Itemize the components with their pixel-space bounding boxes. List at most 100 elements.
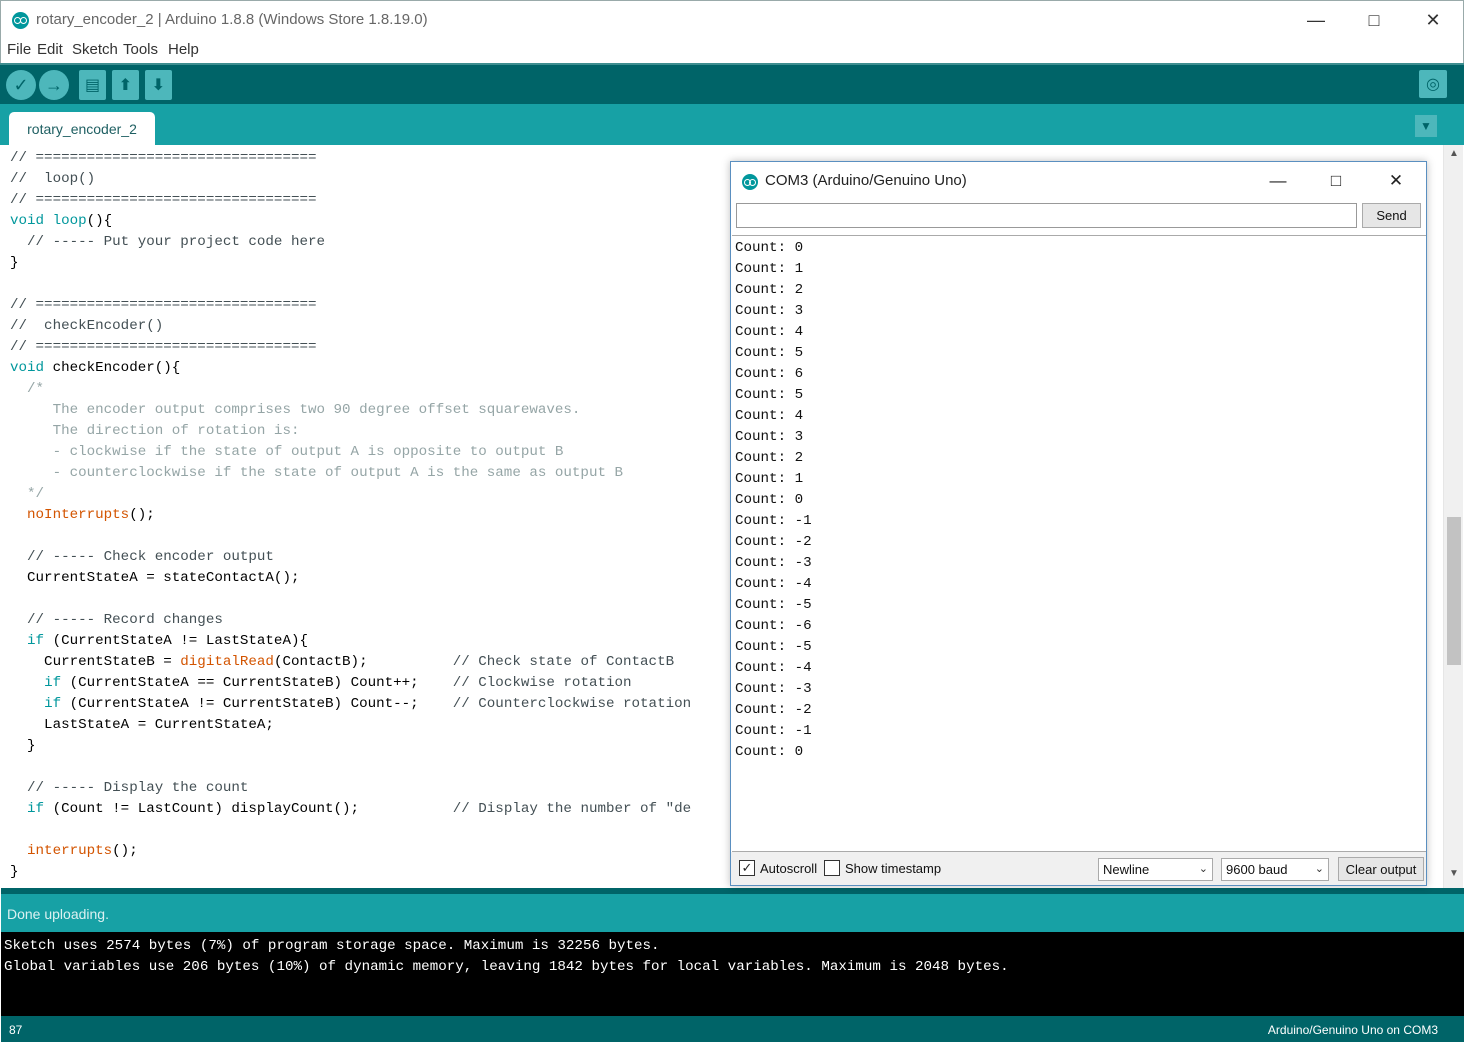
tab-rotary-encoder-2[interactable]: rotary_encoder_2 [9, 112, 155, 145]
check-icon: ✓ [13, 74, 29, 95]
serial-output-line: Count: -6 [735, 618, 812, 634]
code-line: */ [10, 484, 691, 505]
save-button[interactable]: ⬇ [145, 70, 172, 100]
code-text: // ================================= // l… [10, 148, 691, 883]
show-timestamp-checkbox[interactable] [824, 860, 840, 876]
code-line: // ----- Display the count [10, 778, 691, 799]
code-line: // ----- Put your project code here [10, 232, 691, 253]
serial-output-line: Count: -3 [735, 681, 812, 697]
autoscroll-checkbox[interactable]: ✓ [739, 860, 755, 876]
code-token: // Counterclockwise rotation [452, 696, 692, 712]
send-button[interactable]: Send [1362, 203, 1421, 228]
line-ending-select[interactable]: Newline ⌄ [1098, 858, 1213, 881]
scroll-thumb[interactable] [1447, 517, 1461, 665]
serial-output-line: Count: -1 [735, 513, 812, 529]
code-token: // loop() [10, 171, 96, 187]
code-line: LastStateA = CurrentStateA; [10, 715, 691, 736]
code-token: // ================================= [10, 150, 317, 166]
code-line: - clockwise if the state of output A is … [10, 442, 691, 463]
menu-bar: File Edit Sketch Tools Help [0, 38, 1464, 63]
tab-bar: rotary_encoder_2 ▼ [0, 104, 1464, 145]
editor-scrollbar[interactable]: ▲ ▼ [1443, 145, 1463, 888]
close-button[interactable]: ✕ [1404, 1, 1462, 39]
serial-maximize-button[interactable]: □ [1307, 162, 1365, 200]
save-icon: ⬇ [151, 77, 166, 94]
code-line: // ================================= [10, 295, 691, 316]
arduino-logo-icon [742, 174, 758, 190]
menu-edit[interactable]: Edit [37, 41, 63, 58]
serial-output-lines: Count: 0 Count: 1 Count: 2 Count: 3 Count: 4… [735, 238, 812, 763]
code-line: } [10, 862, 691, 883]
baud-rate-select[interactable]: 9600 baud ⌄ [1221, 858, 1329, 881]
code-token: if [44, 675, 62, 691]
code-token: (CurrentStateA != CurrentStateB) Count--… [61, 696, 453, 712]
serial-output-line: Count: 3 [735, 429, 804, 445]
serial-output-line: Count: -4 [735, 576, 812, 592]
serial-bottom-bar: ✓ Autoscroll Show timestamp Newline ⌄ 96… [731, 852, 1426, 885]
code-token: if [27, 633, 45, 649]
serial-monitor-button[interactable]: ◎ [1419, 70, 1447, 98]
code-token: void [10, 213, 45, 229]
code-line: // ================================= [10, 148, 691, 169]
scroll-down-icon[interactable]: ▼ [1444, 865, 1464, 883]
line-number: 87 [9, 1023, 23, 1037]
code-token: (){ [86, 213, 113, 229]
code-line: // ----- Record changes [10, 610, 691, 631]
code-token: } [10, 864, 19, 880]
code-token: interrupts [27, 843, 113, 859]
toolbar: ✓ → ▤ ⬆ ⬇ ◎ [0, 63, 1464, 104]
open-button[interactable]: ⬆ [112, 70, 139, 100]
code-token: // Display the number of "de [452, 801, 692, 817]
code-line: noInterrupts(); [10, 505, 691, 526]
code-line: // ================================= [10, 190, 691, 211]
serial-output-line: Count: -2 [735, 702, 812, 718]
console-line: Sketch uses 2574 bytes (7%) of program s… [4, 938, 660, 954]
code-token: // Clockwise rotation [452, 675, 632, 691]
arduino-logo-icon [12, 12, 29, 29]
code-line: if (Count != LastCount) displayCount(); … [10, 799, 691, 820]
arrow-right-icon: → [45, 74, 63, 95]
code-token: // ----- Record changes [10, 612, 223, 628]
code-token: - counterclockwise if the state of outpu… [10, 465, 623, 481]
window-titlebar: rotary_encoder_2 | Arduino 1.8.8 (Window… [0, 0, 1464, 38]
code-token: - clockwise if the state of output A is … [10, 444, 564, 460]
code-line: - counterclockwise if the state of outpu… [10, 463, 691, 484]
maximize-button[interactable]: □ [1345, 1, 1403, 39]
serial-output-line: Count: -5 [735, 639, 812, 655]
code-token: (); [129, 507, 155, 523]
code-token: noInterrupts [27, 507, 130, 523]
footer-bar: 87 Arduino/Genuino Uno on COM3 [1, 1016, 1464, 1042]
code-token: */ [10, 486, 45, 502]
serial-close-button[interactable]: ✕ [1367, 162, 1425, 200]
code-token: void [10, 360, 45, 376]
serial-output-line: Count: 2 [735, 450, 804, 466]
serial-output-line: Count: 4 [735, 408, 804, 424]
serial-send-input[interactable] [736, 203, 1357, 228]
verify-button[interactable]: ✓ [6, 70, 36, 100]
menu-sketch[interactable]: Sketch [72, 41, 118, 58]
code-token: // ================================= [10, 192, 317, 208]
chevron-down-icon: ▼ [1420, 119, 1432, 133]
scroll-up-icon[interactable]: ▲ [1444, 145, 1464, 163]
upload-button[interactable]: → [39, 70, 69, 100]
serial-minimize-button[interactable]: — [1249, 162, 1307, 200]
menu-help[interactable]: Help [168, 41, 199, 58]
code-line: interrupts(); [10, 841, 691, 862]
code-token: // ----- Put your project code here [10, 234, 326, 250]
new-button[interactable]: ▤ [79, 70, 106, 100]
code-line: } [10, 736, 691, 757]
serial-output-line: Count: 0 [735, 240, 804, 256]
clear-output-button[interactable]: Clear output [1338, 857, 1424, 881]
menu-file[interactable]: File [7, 41, 31, 58]
menu-tools[interactable]: Tools [123, 41, 158, 58]
code-token: // checkEncoder() [10, 318, 164, 334]
code-token: CurrentStateB = [10, 654, 181, 670]
magnifier-icon: ◎ [1426, 76, 1440, 93]
tab-menu-button[interactable]: ▼ [1415, 115, 1437, 137]
minimize-button[interactable]: — [1287, 1, 1345, 39]
serial-output-line: Count: -5 [735, 597, 812, 613]
